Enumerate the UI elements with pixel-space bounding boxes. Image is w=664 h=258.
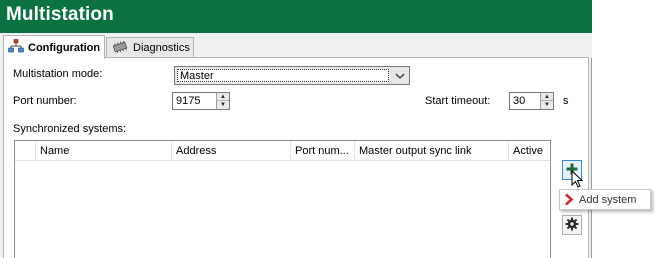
multistation-mode-label: Multistation mode:: [13, 68, 103, 80]
column-header-port-number[interactable]: Port num...: [290, 141, 354, 161]
synchronized-systems-label: Synchronized systems:: [13, 123, 127, 135]
synchronized-systems-table[interactable]: Name Address Port num... Master output s…: [14, 140, 551, 258]
tab-strip: Configuration Diagnostics: [0, 33, 592, 59]
row-header-corner: [15, 141, 35, 161]
start-timeout-down-button[interactable]: ▼: [541, 101, 553, 109]
start-timeout-spin-buttons: ▲ ▼: [540, 93, 553, 109]
start-timeout-unit: s: [563, 95, 569, 107]
configuration-panel: Multistation mode: Master Port number: 9…: [3, 57, 589, 258]
tab-configuration-label: Configuration: [28, 41, 101, 54]
port-number-up-button[interactable]: ▲: [217, 93, 229, 101]
column-header-name[interactable]: Name: [35, 141, 171, 161]
window-title: Multistation: [6, 4, 114, 25]
chip-icon: [111, 40, 129, 56]
tooltip-text: Add system: [579, 194, 637, 206]
port-number-label: Port number:: [13, 95, 77, 107]
multistation-window: Multistation Configuration Diagnostics M…: [0, 0, 592, 258]
start-timeout-value: 30: [513, 95, 526, 107]
tab-configuration[interactable]: Configuration: [3, 35, 105, 59]
column-header-address[interactable]: Address: [171, 141, 290, 161]
port-number-spin-buttons: ▲ ▼: [216, 93, 229, 109]
table-header: Name Address Port num... Master output s…: [15, 141, 550, 161]
add-system-tooltip: Add system: [559, 189, 651, 210]
port-number-down-button[interactable]: ▼: [217, 101, 229, 109]
tab-diagnostics-label: Diagnostics: [133, 42, 190, 54]
multistation-mode-value: Master: [177, 69, 389, 82]
column-header-master-output-sync-link[interactable]: Master output sync link: [354, 141, 508, 161]
port-number-spinbox[interactable]: 9175 ▲ ▼: [172, 92, 230, 110]
chevron-right-icon: [564, 193, 574, 209]
title-bar: Multistation: [0, 0, 592, 33]
tab-diagnostics[interactable]: Diagnostics: [106, 37, 194, 58]
system-settings-button[interactable]: [562, 215, 582, 235]
port-number-value: 9175: [176, 95, 201, 107]
multistation-mode-select[interactable]: Master: [174, 66, 410, 85]
chevron-down-icon: [394, 70, 406, 82]
start-timeout-spinbox[interactable]: 30 ▲ ▼: [509, 92, 554, 110]
gear-icon: [565, 217, 579, 234]
start-timeout-up-button[interactable]: ▲: [541, 93, 553, 101]
column-header-active[interactable]: Active: [508, 141, 550, 161]
mouse-cursor-icon: [571, 169, 584, 192]
network-icon: [8, 39, 24, 56]
start-timeout-label: Start timeout:: [425, 95, 491, 107]
